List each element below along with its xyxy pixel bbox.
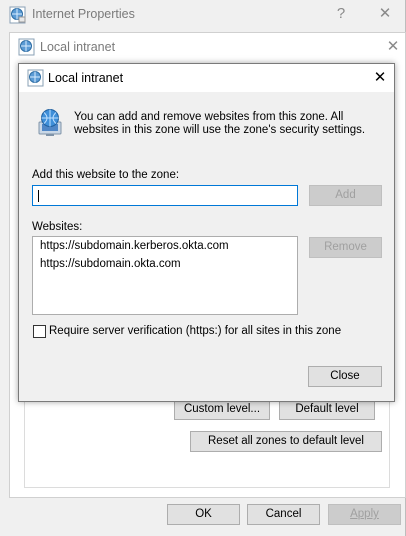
dialog-titlebar: Local intranet ✕ [19, 64, 394, 92]
middle-window-title: Local intranet [40, 40, 116, 54]
globe-network-icon [33, 108, 67, 138]
websites-label: Websites: [32, 221, 83, 233]
middle-close-button[interactable]: ✕ [382, 37, 404, 57]
add-button[interactable]: Add [309, 185, 382, 206]
cancel-button[interactable]: Cancel [247, 504, 320, 525]
dialog-title: Local intranet [48, 71, 124, 85]
add-website-label: Add this website to the zone: [32, 169, 180, 181]
list-item[interactable]: https://subdomain.okta.com [40, 258, 181, 270]
list-item[interactable]: https://subdomain.kerberos.okta.com [40, 240, 229, 252]
remove-button[interactable]: Remove [309, 237, 382, 258]
apply-button[interactable]: Apply [328, 504, 401, 525]
text-caret [38, 190, 39, 202]
info-text: You can add and remove websites from thi… [74, 111, 366, 136]
local-intranet-dialog: Local intranet ✕ You can add and remove … [18, 63, 395, 402]
internet-properties-icon [9, 6, 27, 24]
dialog-icon [27, 69, 45, 87]
dialog-close-x-button[interactable]: ✕ [369, 68, 391, 88]
default-level-button[interactable]: Default level [279, 399, 375, 420]
custom-level-button[interactable]: Custom level... [174, 399, 270, 420]
websites-list[interactable]: https://subdomain.kerberos.okta.com http… [32, 236, 298, 315]
require-verification-checkbox[interactable] [33, 325, 46, 338]
window-title: Internet Properties [32, 7, 135, 21]
ok-button[interactable]: OK [167, 504, 240, 525]
help-button[interactable]: ? [330, 4, 352, 24]
close-button[interactable]: Close [308, 366, 382, 387]
require-verification-label[interactable]: Require server verification (https:) for… [49, 325, 341, 337]
reset-all-zones-button[interactable]: Reset all zones to default level [190, 431, 382, 452]
window-close-button[interactable]: ✕ [374, 4, 396, 24]
local-intranet-icon [18, 38, 36, 56]
add-website-input[interactable] [32, 185, 298, 206]
